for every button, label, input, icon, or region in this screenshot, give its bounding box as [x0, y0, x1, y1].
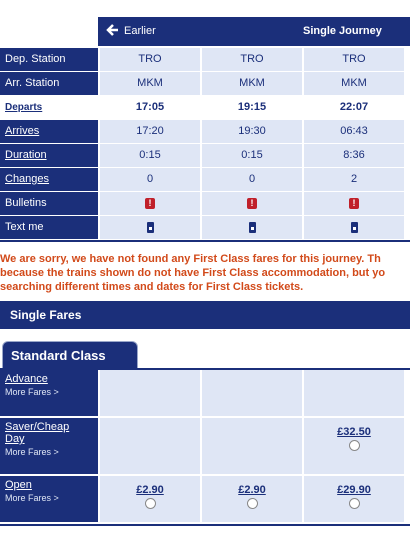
changes-cell: 0 [202, 168, 302, 191]
duration-cell: 0:15 [202, 144, 302, 167]
duration-sort-link[interactable]: Duration [0, 144, 98, 167]
single-fares-heading: Single Fares [0, 301, 410, 329]
changes-cell: 2 [304, 168, 404, 191]
departs-sort-link[interactable]: Departs [0, 96, 98, 119]
duration-cell: 0:15 [100, 144, 200, 167]
arrives-cell: 17:20 [100, 120, 200, 143]
departs-cell: 17:05 [100, 96, 200, 119]
fares-bottom-border [0, 524, 410, 526]
bulletins-label: Bulletins [0, 192, 98, 215]
fare-cell [100, 370, 200, 416]
more-fares-link[interactable]: More Fares > [5, 493, 93, 503]
no-first-class-warning: We are sorry, we have not found any Firs… [0, 252, 410, 294]
bulletin-cell: ! [304, 192, 404, 215]
arr-station-cell: MKM [100, 72, 200, 95]
warning-line: We are sorry, we have not found any Firs… [0, 253, 381, 265]
fare-name-link[interactable]: Day [5, 433, 93, 445]
fare-row-advance: Advance More Fares > [0, 370, 98, 416]
journey-type: Single Journey [303, 25, 382, 37]
alert-icon[interactable]: ! [349, 198, 359, 209]
bulletin-cell: ! [202, 192, 302, 215]
arrives-sort-link[interactable]: Arrives [0, 120, 98, 143]
fare-cell: £29.90 [304, 476, 404, 522]
fare-price-link[interactable]: £2.90 [202, 484, 302, 496]
alert-icon[interactable]: ! [145, 198, 155, 209]
departs-cell: 22:07 [304, 96, 404, 119]
fare-cell: £32.50 [304, 418, 404, 474]
fare-cell: £2.90 [100, 476, 200, 522]
text-me-cell [202, 216, 302, 239]
fare-cell [100, 418, 200, 474]
fare-name-link[interactable]: Saver/Cheap [5, 421, 93, 433]
fare-radio-button[interactable] [144, 498, 156, 509]
fare-price-link[interactable]: £32.50 [304, 426, 404, 438]
fare-row-saver: Saver/Cheap Day More Fares > [0, 418, 98, 474]
mobile-phone-icon[interactable] [350, 221, 358, 233]
fare-name-link[interactable]: Open [5, 479, 93, 491]
fare-radio-button[interactable] [348, 440, 360, 451]
changes-sort-link[interactable]: Changes [0, 168, 98, 191]
journey-header: Earlier Single Journey [98, 17, 410, 46]
fare-price-link[interactable]: £29.90 [304, 484, 404, 496]
fare-radio-button[interactable] [246, 498, 258, 509]
fare-cell: £2.90 [202, 476, 302, 522]
fare-price-link[interactable]: £2.90 [100, 484, 200, 496]
more-fares-link[interactable]: More Fares > [5, 447, 93, 457]
arr-station-cell: MKM [304, 72, 404, 95]
arr-station-cell: MKM [202, 72, 302, 95]
mobile-phone-icon[interactable] [248, 221, 256, 233]
dep-station-label: Dep. Station [0, 48, 98, 71]
dep-station-cell: TRO [202, 48, 302, 71]
bulletin-cell: ! [100, 192, 200, 215]
fare-radio-button[interactable] [348, 498, 360, 509]
fare-cell [304, 370, 404, 416]
arrives-cell: 19:30 [202, 120, 302, 143]
fare-cell [202, 370, 302, 416]
arr-station-label: Arr. Station [0, 72, 98, 95]
earlier-link[interactable]: Earlier [124, 25, 156, 37]
text-me-cell [100, 216, 200, 239]
warning-line: because the trains shown do not have Fir… [0, 267, 386, 279]
alert-icon[interactable]: ! [247, 198, 257, 209]
dep-station-cell: TRO [100, 48, 200, 71]
arrives-cell: 06:43 [304, 120, 404, 143]
dep-station-cell: TRO [304, 48, 404, 71]
changes-cell: 0 [100, 168, 200, 191]
mobile-phone-icon[interactable] [146, 221, 154, 233]
tab-standard-class[interactable]: Standard Class [2, 341, 138, 369]
left-arrow-icon[interactable] [106, 23, 120, 37]
duration-cell: 8:36 [304, 144, 404, 167]
warning-line: searching different times and dates for … [0, 281, 304, 293]
fare-name-link[interactable]: Advance [5, 373, 93, 385]
text-me-cell [304, 216, 404, 239]
departs-cell: 19:15 [202, 96, 302, 119]
fare-row-open: Open More Fares > [0, 476, 98, 522]
table-divider [0, 240, 410, 242]
text-me-label: Text me [0, 216, 98, 239]
fare-cell [202, 418, 302, 474]
more-fares-link[interactable]: More Fares > [5, 387, 93, 397]
